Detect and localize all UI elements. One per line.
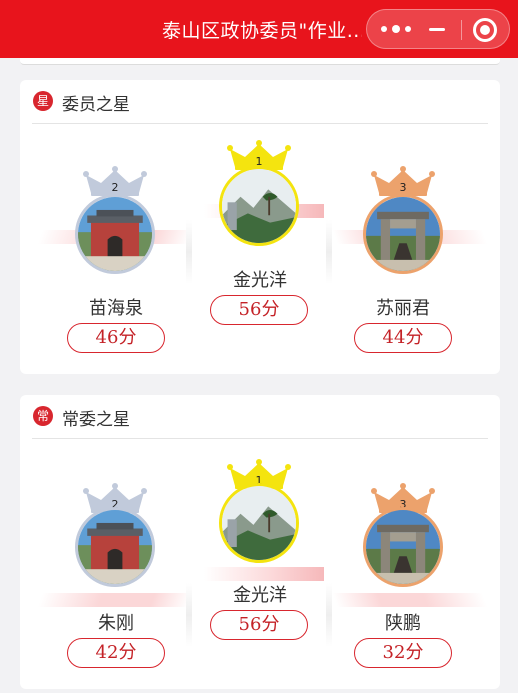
silver-crown-icon: 2 [83, 166, 147, 196]
podium-right [332, 593, 488, 607]
target-close-icon[interactable] [473, 18, 497, 42]
rank-number: 2 [111, 181, 119, 194]
section-title: 常委之星 [62, 410, 130, 430]
score-second: 42分 [67, 638, 165, 668]
rank-number: 3 [399, 181, 407, 194]
minimize-icon[interactable] [429, 28, 445, 31]
avatar-first[interactable] [219, 166, 299, 246]
name-third: 苏丽君 [376, 298, 430, 319]
header-divider [32, 123, 488, 124]
section-card-committee-stars: 星 委员之星 2 苗海泉 46分 1 金光洋 56分 3 苏丽君 44分 [20, 80, 500, 374]
podium-divider-right [326, 220, 332, 284]
section-badge: 星 [33, 91, 53, 111]
score-second: 46分 [67, 323, 165, 353]
name-first: 金光洋 [233, 585, 287, 606]
section-header: 常 常委之星 [20, 395, 500, 439]
podium-divider-left [186, 583, 192, 647]
page-title: 泰山区政协委员"作业... [162, 20, 362, 42]
podium-divider-left [186, 220, 192, 284]
more-dots-icon[interactable] [381, 25, 411, 33]
name-third: 陕鹏 [385, 613, 421, 634]
previous-card-edge [20, 58, 500, 65]
avatar-first[interactable] [219, 483, 299, 563]
score-third: 44分 [354, 323, 452, 353]
podium-center [204, 567, 324, 581]
podium-divider-right [326, 583, 332, 647]
score-third: 32分 [354, 638, 452, 668]
section-title: 委员之星 [62, 95, 130, 115]
section-badge: 常 [33, 406, 53, 426]
title-bar: 泰山区政协委员"作业... [0, 0, 518, 58]
avatar-second[interactable] [75, 194, 155, 274]
name-first: 金光洋 [233, 270, 287, 291]
header-divider [32, 438, 488, 439]
avatar-second[interactable] [75, 507, 155, 587]
avatar-third[interactable] [363, 194, 443, 274]
section-header: 星 委员之星 [20, 80, 500, 124]
name-second: 朱刚 [98, 613, 134, 634]
capsule-divider [461, 20, 462, 40]
score-first: 56分 [210, 610, 308, 640]
section-card-standing-committee-stars: 常 常委之星 2 朱刚 42分 1 金光洋 56分 3 陕鹏 32分 [20, 395, 500, 689]
score-first: 56分 [210, 295, 308, 325]
podium-left [37, 593, 193, 607]
bronze-crown-icon: 3 [371, 166, 435, 196]
mini-program-capsule [366, 9, 510, 49]
name-second: 苗海泉 [89, 298, 143, 319]
avatar-third[interactable] [363, 507, 443, 587]
